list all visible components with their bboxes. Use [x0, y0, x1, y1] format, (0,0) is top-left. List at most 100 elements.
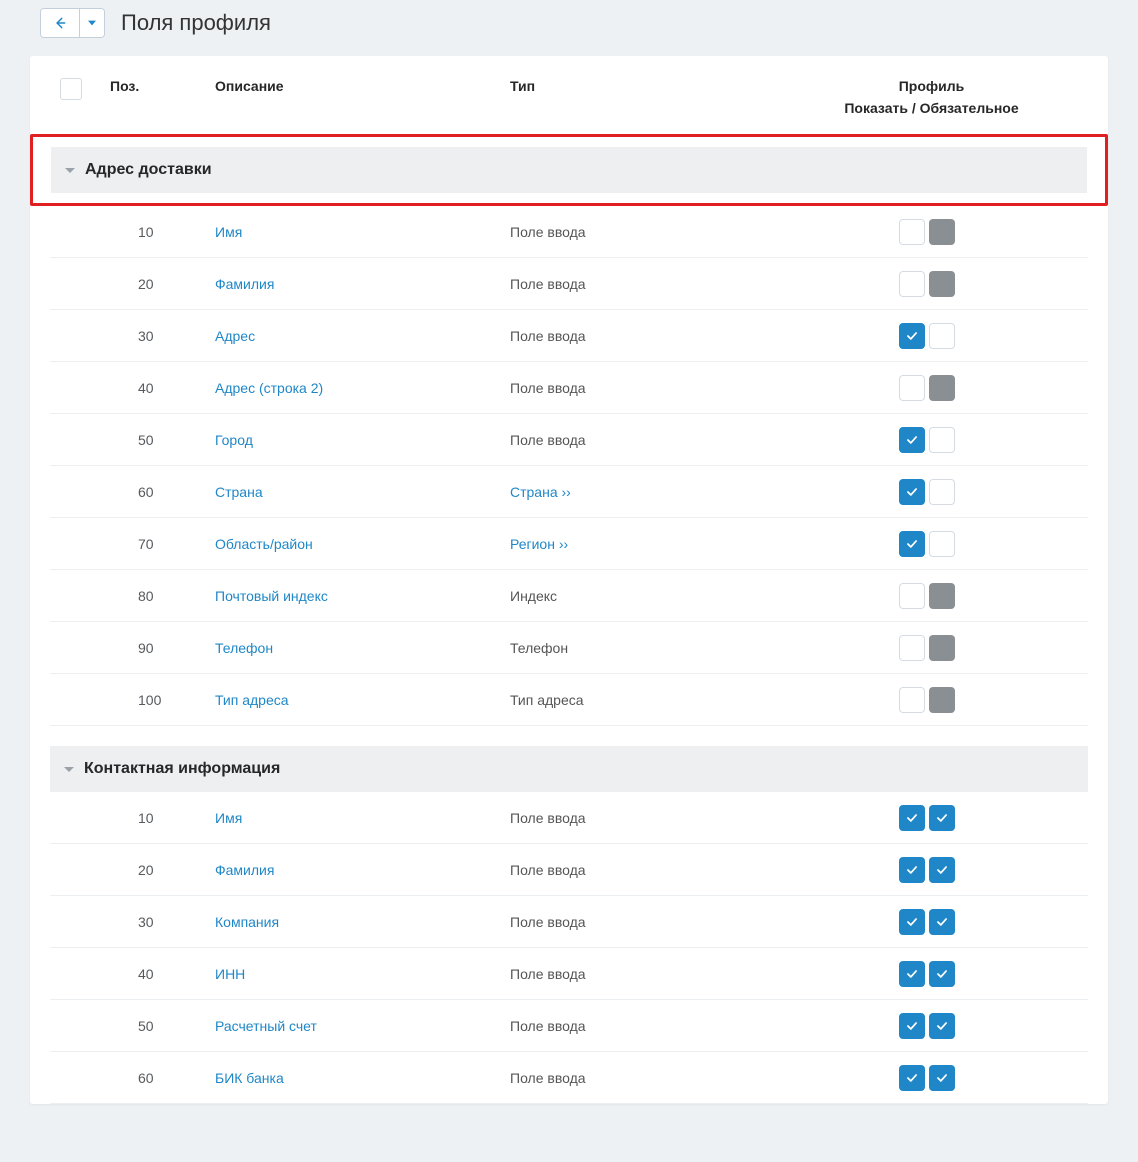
table-row: 80Почтовый индексИндекс: [50, 570, 1088, 622]
row-desc-link[interactable]: Имя: [215, 224, 242, 240]
toggle-show[interactable]: [899, 961, 925, 987]
type-text: Поле ввода: [510, 1070, 586, 1086]
section-title: Контактная информация: [84, 760, 280, 778]
section-header-contact[interactable]: Контактная информация: [50, 746, 1088, 792]
toggle-required[interactable]: [929, 909, 955, 935]
table-row: 100Тип адресаТип адреса: [50, 674, 1088, 726]
column-header-profile: Профиль Показать / Обязательное: [775, 78, 1088, 116]
toggle-show[interactable]: [899, 805, 925, 831]
row-pos: 50: [110, 1018, 215, 1034]
toggle-show[interactable]: [899, 479, 925, 505]
toggle-show[interactable]: [899, 219, 925, 245]
toggle-required[interactable]: [929, 427, 955, 453]
toggle-show[interactable]: [899, 323, 925, 349]
toggle-required[interactable]: [929, 1013, 955, 1039]
toggle-required[interactable]: [929, 961, 955, 987]
toggle-show[interactable]: [899, 583, 925, 609]
toggle-show[interactable]: [899, 271, 925, 297]
table-row: 20Фамилия Поле ввода: [50, 844, 1088, 896]
column-header-type: Тип: [510, 78, 775, 94]
type-link[interactable]: Регион ››: [510, 536, 568, 552]
table-row: 50ГородПоле ввода: [50, 414, 1088, 466]
row-desc-link[interactable]: Расчетный счет: [215, 1018, 317, 1034]
row-desc-link[interactable]: Тип адреса: [215, 692, 289, 708]
caret-down-icon: [65, 168, 75, 173]
row-desc-link[interactable]: Имя: [215, 810, 242, 826]
toggle-required[interactable]: [929, 323, 955, 349]
section-header-delivery[interactable]: Адрес доставки: [51, 147, 1087, 193]
toggle-show[interactable]: [899, 1013, 925, 1039]
toggle-show[interactable]: [899, 375, 925, 401]
toggle-required[interactable]: [929, 479, 955, 505]
toggle-required[interactable]: [929, 271, 955, 297]
back-button[interactable]: [41, 9, 79, 37]
toggle-required[interactable]: [929, 1065, 955, 1091]
row-pos: 40: [110, 966, 215, 982]
toggle-required[interactable]: [929, 375, 955, 401]
row-desc-link[interactable]: ИНН: [215, 966, 245, 982]
toggle-show[interactable]: [899, 687, 925, 713]
type-text: Поле ввода: [510, 862, 586, 878]
row-pos: 10: [110, 224, 215, 240]
type-text: Поле ввода: [510, 966, 586, 982]
caret-down-icon: [88, 19, 96, 27]
column-header-profile-label: Профиль: [775, 78, 1088, 94]
row-pos: 20: [110, 276, 215, 292]
back-dropdown-button[interactable]: [79, 9, 104, 37]
row-pos: 60: [110, 1070, 215, 1086]
highlighted-section: Адрес доставки: [30, 134, 1108, 206]
toggle-required[interactable]: [929, 531, 955, 557]
toggle-required[interactable]: [929, 635, 955, 661]
row-pos: 30: [110, 914, 215, 930]
column-header-pos: Поз.: [110, 78, 215, 94]
row-desc-link[interactable]: Страна: [215, 484, 263, 500]
select-all-checkbox[interactable]: [60, 78, 82, 100]
type-text: Поле ввода: [510, 328, 586, 344]
row-pos: 10: [110, 810, 215, 826]
type-text: Поле ввода: [510, 276, 586, 292]
type-link[interactable]: Страна ››: [510, 484, 571, 500]
row-pos: 80: [110, 588, 215, 604]
row-desc-link[interactable]: Фамилия: [215, 862, 274, 878]
caret-down-icon: [64, 767, 74, 772]
toggle-show[interactable]: [899, 427, 925, 453]
row-pos: 70: [110, 536, 215, 552]
toggle-required[interactable]: [929, 583, 955, 609]
row-desc-link[interactable]: Адрес (строка 2): [215, 380, 323, 396]
toggle-required[interactable]: [929, 687, 955, 713]
main-panel: Поз. Описание Тип Профиль Показать / Обя…: [30, 56, 1108, 1104]
row-pos: 30: [110, 328, 215, 344]
type-text: Поле ввода: [510, 914, 586, 930]
table-row: 90ТелефонТелефон: [50, 622, 1088, 674]
table-row: 40Адрес (строка 2)Поле ввода: [50, 362, 1088, 414]
toggle-show[interactable]: [899, 909, 925, 935]
back-button-group: [40, 8, 105, 38]
toggle-show[interactable]: [899, 857, 925, 883]
row-pos: 100: [110, 692, 215, 708]
row-desc-link[interactable]: Телефон: [215, 640, 273, 656]
type-text: Тип адреса: [510, 692, 584, 708]
toggle-show[interactable]: [899, 531, 925, 557]
row-desc-link[interactable]: Компания: [215, 914, 279, 930]
toggle-show[interactable]: [899, 1065, 925, 1091]
row-desc-link[interactable]: Адрес: [215, 328, 255, 344]
row-desc-link[interactable]: БИК банка: [215, 1070, 284, 1086]
table-row: 30Компания Поле ввода: [50, 896, 1088, 948]
toggle-required[interactable]: [929, 219, 955, 245]
row-desc-link[interactable]: Область/район: [215, 536, 313, 552]
row-pos: 40: [110, 380, 215, 396]
toggle-required[interactable]: [929, 805, 955, 831]
row-desc-link[interactable]: Город: [215, 432, 253, 448]
row-pos: 90: [110, 640, 215, 656]
column-header-desc: Описание: [215, 78, 510, 94]
toggle-show[interactable]: [899, 635, 925, 661]
table-row: 40ИНН Поле ввода: [50, 948, 1088, 1000]
row-pos: 60: [110, 484, 215, 500]
row-desc-link[interactable]: Почтовый индекс: [215, 588, 328, 604]
table-row: 60Страна Страна ››: [50, 466, 1088, 518]
table-header: Поз. Описание Тип Профиль Показать / Обя…: [30, 56, 1108, 134]
type-text: Поле ввода: [510, 1018, 586, 1034]
row-pos: 20: [110, 862, 215, 878]
toggle-required[interactable]: [929, 857, 955, 883]
row-desc-link[interactable]: Фамилия: [215, 276, 274, 292]
